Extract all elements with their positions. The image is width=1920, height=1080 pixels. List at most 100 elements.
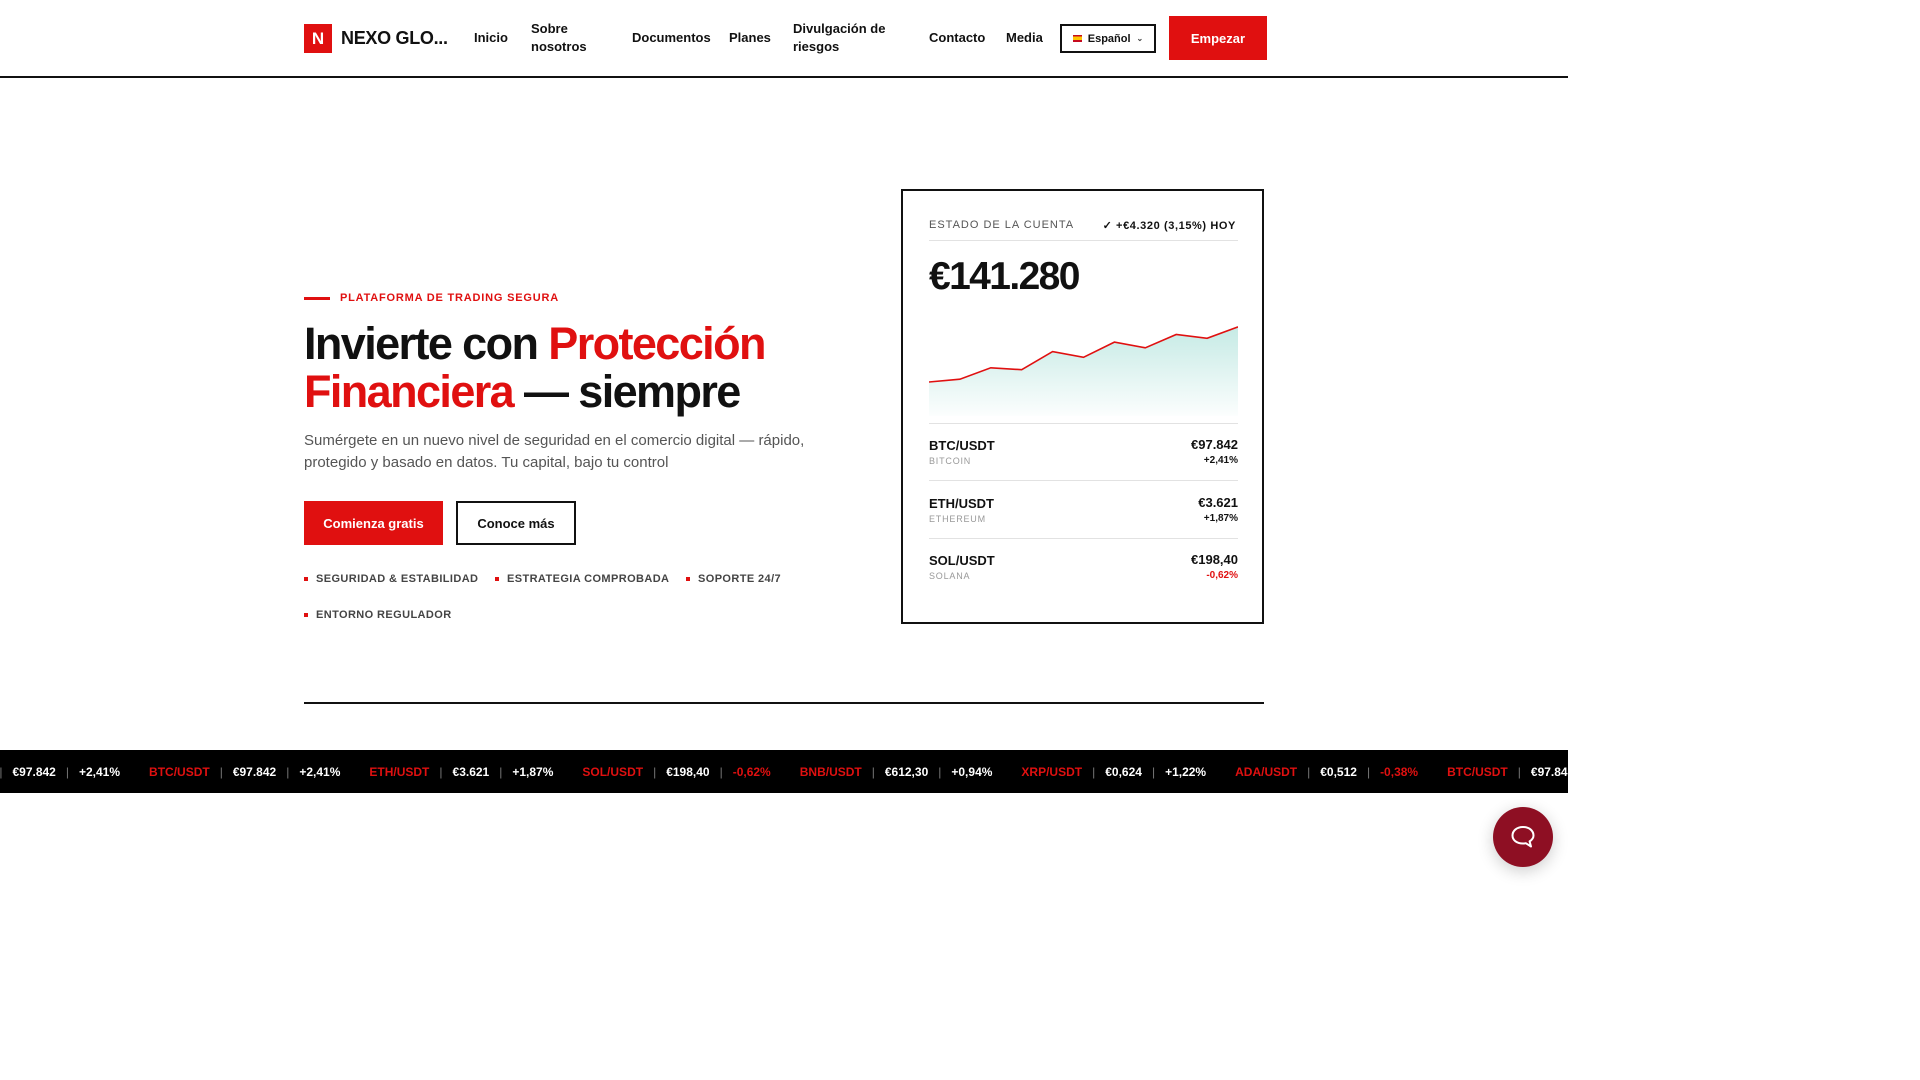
ticker-item: BTC/USDT|€97.842|+2,41% [1447, 765, 1568, 779]
ticker-item: ETH/USDT | €3.621 | +1,87% [369, 765, 553, 779]
asset-row-eth[interactable]: ETH/USDT ETHEREUM €3.621 +1,87% [929, 482, 1238, 539]
price-ticker: T | €97.842 | +2,41% BTC/USDT | €97.842 | +2… [0, 750, 1568, 793]
feature-entorno: ENTORNO REGULADOR [304, 609, 452, 621]
ticker-price: €97.842 [232, 764, 277, 779]
asset-pair: SOL/USDT [929, 553, 995, 568]
ticker-price: €198,40 [666, 764, 710, 779]
asset-change: -0,62% [1206, 570, 1238, 581]
bullet-icon [686, 577, 690, 581]
ticker-item: SOL/USDT | €198,40 | -0,62% [582, 765, 770, 779]
ticker-pair: BTC/USDT [149, 764, 210, 779]
asset-price: €198,40 [1191, 552, 1238, 567]
asset-price: €3.621 [1198, 495, 1238, 510]
logo-icon[interactable]: N [304, 24, 332, 53]
asset-row-sol[interactable]: SOL/USDT SOLANA €198,40 -0,62% [929, 539, 1238, 596]
feature-label: ENTORNO REGULADOR [316, 609, 452, 621]
asset-change: +2,41% [1203, 455, 1238, 466]
ticker-separator: | [65, 764, 69, 779]
ticker-separator: | [1092, 764, 1096, 779]
ticker-item: BNB/USDT | €612,30 | +0,94% [800, 765, 993, 779]
language-label: Español [1087, 32, 1131, 45]
ticker-change: +0,94% [951, 764, 993, 779]
nav-media[interactable]: Media [1006, 29, 1043, 47]
ticker-separator: | [653, 764, 657, 779]
ticker-separator: | [1366, 764, 1371, 779]
bullet-icon [304, 577, 308, 581]
ticker-pair: ADA/USDT [1235, 764, 1298, 779]
empezar-button[interactable]: Empezar [1169, 16, 1267, 60]
nav-sobre-nosotros[interactable]: Sobre nosotros [531, 20, 611, 56]
ticker-separator: | [1151, 764, 1156, 779]
ticker-separator: | [219, 764, 223, 779]
ticker-track: T | €97.842 | +2,41% BTC/USDT | €97.842 | +2… [0, 750, 1568, 793]
nav-contacto[interactable]: Contacto [929, 29, 985, 47]
ticker-pair: XRP/USDT [1021, 764, 1083, 779]
asset-row-btc[interactable]: BTC/USDT BITCOIN €97.842 +2,41% [929, 424, 1238, 481]
balance-sparkline [929, 326, 1238, 416]
ticker-separator: | [439, 764, 443, 779]
ticker-price: €97.842 [12, 764, 56, 779]
asset-name: ETHEREUM [929, 514, 986, 524]
ticker-separator: | [1307, 764, 1311, 779]
comienza-gratis-button[interactable]: Comienza gratis [304, 501, 443, 545]
bullet-icon [304, 613, 308, 617]
ticker-price: €0,512 [1320, 764, 1357, 779]
asset-change: +1,87% [1203, 513, 1238, 524]
ticker-item: ADA/USDT | €0,512 | -0,38% [1235, 765, 1418, 779]
eyebrow-accent-line [304, 297, 330, 300]
chat-button[interactable] [1493, 807, 1553, 867]
ticker-item: XRP/USDT | €0,624 | +1,22% [1021, 765, 1206, 779]
nav-documentos[interactable]: Documentos [632, 29, 711, 47]
ticker-pair: ETH/USDT [369, 764, 430, 779]
ticker-pair: BTC/USDT [1447, 764, 1508, 779]
ticker-separator: | [938, 764, 942, 779]
account-balance: €141.280 [929, 255, 1080, 298]
ticker-separator: | [286, 764, 290, 779]
ticker-pair: BNB/USDT [799, 764, 862, 779]
headline-part-2: — siempre [513, 366, 741, 417]
asset-name: BITCOIN [929, 456, 972, 466]
chevron-down-icon: ⌄ [1136, 34, 1144, 43]
language-selector[interactable]: Español ⌄ [1060, 24, 1156, 53]
account-card: ESTADO DE LA CUENTA ✓ +€4.320 (3,15%) HO… [901, 189, 1264, 624]
ticker-separator: | [1517, 764, 1521, 779]
feature-label: ESTRATEGIA COMPROBADA [507, 573, 670, 585]
feature-soporte: SOPORTE 24/7 [686, 573, 781, 585]
conoce-mas-button[interactable]: Conoce más [456, 501, 576, 545]
ticker-change: -0,62% [732, 764, 771, 779]
ticker-price: €0,624 [1105, 764, 1142, 779]
spain-flag-icon [1072, 35, 1082, 42]
headline-part-1: Invierte con [304, 318, 549, 369]
nav-divulgacion-riesgos[interactable]: Divulgación de riesgos [793, 20, 903, 56]
hero-subtitle: Sumérgete en un nuevo nivel de seguridad… [304, 432, 805, 471]
site-header: N NEXO GLO... Inicio Sobre nosotros Docu… [0, 0, 1568, 78]
hero-headline: Invierte con Protección Financiera — sie… [304, 320, 864, 416]
feature-seguridad: SEGURIDAD & ESTABILIDAD [304, 573, 478, 585]
feature-label: SOPORTE 24/7 [698, 573, 782, 585]
divider [929, 480, 1238, 481]
ticker-separator: | [719, 764, 723, 779]
ticker-separator: | [0, 764, 3, 779]
asset-price: €97.842 [1191, 437, 1238, 452]
section-divider [304, 702, 1264, 704]
ticker-separator: | [871, 764, 875, 779]
ticker-change: +2,41% [299, 764, 341, 779]
account-label: ESTADO DE LA CUENTA [929, 219, 1075, 231]
nav-inicio[interactable]: Inicio [474, 29, 508, 47]
ticker-price: €97.842 [1530, 764, 1568, 779]
asset-name: SOLANA [929, 571, 971, 581]
feature-label: SEGURIDAD & ESTABILIDAD [316, 573, 479, 585]
hero-eyebrow: PLATAFORMA DE TRADING SEGURA [340, 292, 559, 304]
account-today-change: ✓ +€4.320 (3,15%) HOY [1102, 220, 1236, 232]
ticker-price: €3.621 [452, 764, 490, 779]
nav-planes[interactable]: Planes [729, 29, 771, 47]
chat-bubble-icon [1511, 826, 1535, 848]
ticker-change: +1,22% [1165, 764, 1207, 779]
bullet-icon [495, 577, 499, 581]
ticker-change: +2,41% [78, 764, 121, 779]
ticker-separator: | [499, 764, 503, 779]
divider [929, 240, 1238, 241]
brand-name[interactable]: NEXO GLO... [341, 28, 448, 49]
ticker-price: €612,30 [884, 764, 929, 779]
asset-pair: BTC/USDT [929, 438, 995, 453]
